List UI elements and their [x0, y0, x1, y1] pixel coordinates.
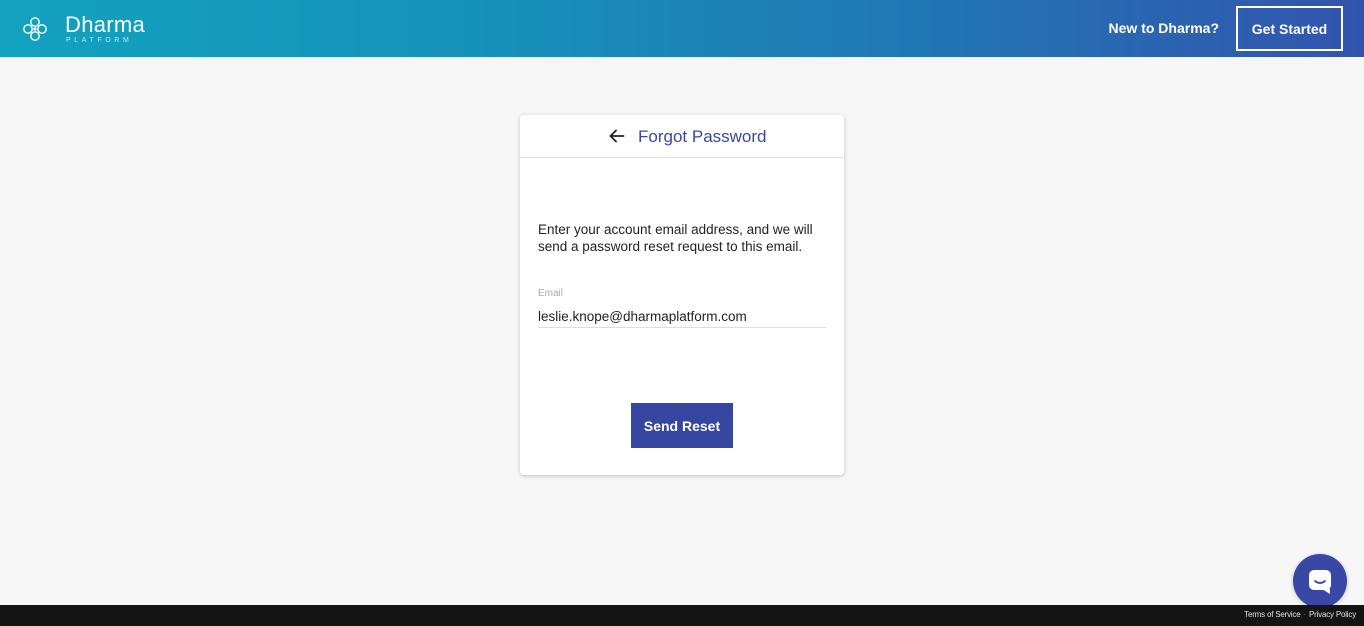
forgot-password-card: Forgot Password Enter your account email…	[520, 115, 844, 475]
top-navbar: Dharma PLATFORM New to Dharma? Get Start…	[0, 0, 1364, 57]
footer-links: Terms of Service · Privacy Policy	[1244, 610, 1356, 619]
footer: Terms of Service · Privacy Policy	[0, 605, 1364, 626]
send-reset-button[interactable]: Send Reset	[631, 403, 733, 448]
arrow-left-icon[interactable]	[608, 127, 626, 145]
chat-button[interactable]	[1293, 554, 1347, 608]
email-label: Email	[538, 288, 564, 299]
instructions-text: Enter your account email address, and we…	[538, 222, 813, 254]
new-to-dharma-text: New to Dharma?	[1108, 20, 1219, 36]
logo-name: Dharma	[65, 12, 146, 37]
logo-subtitle: PLATFORM	[66, 37, 133, 44]
dharma-logo[interactable]: Dharma PLATFORM	[23, 14, 145, 44]
dharma-logo-icon	[23, 17, 47, 41]
footer-separator: ·	[1303, 610, 1307, 619]
card-title: Forgot Password	[638, 127, 767, 146]
terms-of-service-link[interactable]: Terms of Service	[1244, 610, 1301, 619]
email-field[interactable]	[538, 305, 826, 328]
get-started-button[interactable]: Get Started	[1236, 6, 1343, 51]
chat-icon	[1309, 570, 1331, 594]
privacy-policy-link[interactable]: Privacy Policy	[1309, 610, 1356, 619]
card-header: Forgot Password	[520, 115, 844, 158]
